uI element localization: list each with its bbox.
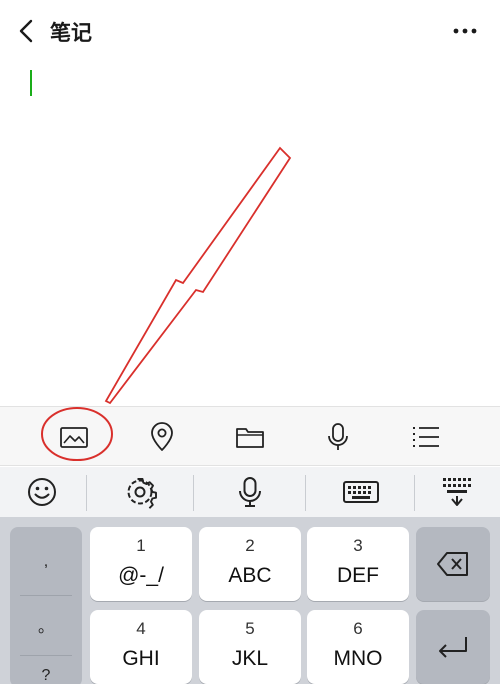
t9-keyboard: , 。 ? 1 @-_/ 2 ABC 3 DEF 4 GHI 5 JKL 6 M… <box>0 517 500 684</box>
key-6[interactable]: 6 MNO <box>307 610 409 684</box>
backspace-icon <box>437 552 468 576</box>
keyboard-function-bar <box>0 467 500 517</box>
backspace-key[interactable] <box>416 527 490 601</box>
emoji-icon[interactable] <box>25 475 59 509</box>
microphone-icon[interactable] <box>322 421 354 453</box>
key-letters: MNO <box>333 647 383 670</box>
key-letters: DEF <box>337 564 379 587</box>
punctuation-key[interactable]: , <box>10 553 82 571</box>
text-caret <box>30 70 32 96</box>
page-title: 笔记 <box>50 21 92 45</box>
punctuation-key[interactable]: 。 <box>10 613 82 637</box>
key-letters: ABC <box>228 564 272 587</box>
key-1[interactable]: 1 @-_/ <box>90 527 192 601</box>
enter-key[interactable] <box>416 610 490 684</box>
voice-input-icon[interactable] <box>233 475 267 509</box>
list-icon[interactable] <box>410 421 442 453</box>
key-number: 5 <box>245 619 255 638</box>
chevron-left-icon[interactable] <box>14 18 40 44</box>
key-5[interactable]: 5 JKL <box>199 610 301 684</box>
key-4[interactable]: 4 GHI <box>90 610 192 684</box>
punctuation-column[interactable]: , 。 ? <box>10 527 82 684</box>
folder-icon[interactable] <box>234 421 266 453</box>
key-2[interactable]: 2 ABC <box>199 527 301 601</box>
key-number: 6 <box>353 619 363 638</box>
key-number: 2 <box>245 536 255 555</box>
enter-icon <box>439 637 467 658</box>
key-number: 4 <box>136 619 146 638</box>
ellipsis-icon[interactable] <box>450 18 480 44</box>
key-number: 1 <box>136 536 146 555</box>
key-number: 3 <box>353 536 363 555</box>
punctuation-key[interactable]: ? <box>10 667 82 684</box>
note-editor[interactable] <box>0 62 500 405</box>
key-3[interactable]: 3 DEF <box>307 527 409 601</box>
settings-icon[interactable] <box>123 475 157 509</box>
note-toolbar <box>0 406 500 466</box>
hide-keyboard-icon[interactable] <box>440 475 474 509</box>
keyboard-icon[interactable] <box>342 475 380 509</box>
key-letters: @-_/ <box>118 564 164 587</box>
nav-bar: 笔记 <box>0 0 500 62</box>
image-icon[interactable] <box>58 421 90 453</box>
location-icon[interactable] <box>146 421 178 453</box>
key-letters: GHI <box>122 647 160 670</box>
key-letters: JKL <box>231 647 269 670</box>
